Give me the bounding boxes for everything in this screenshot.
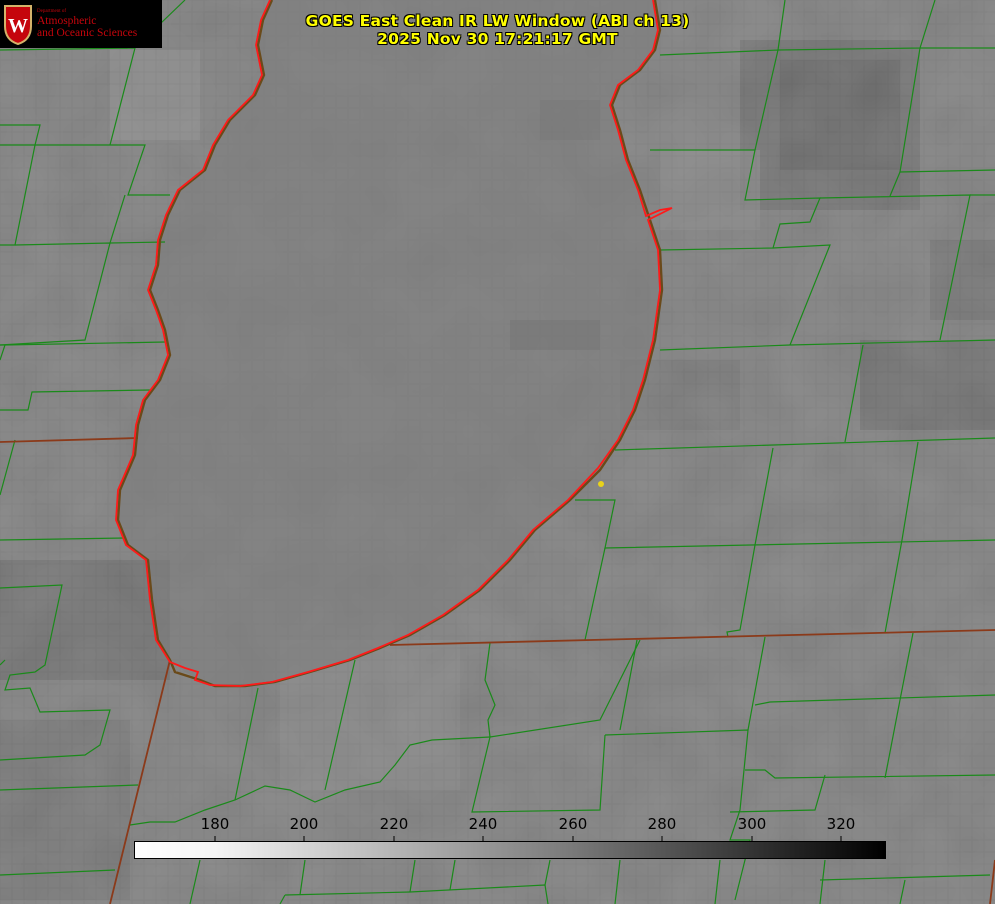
station-marker [598,481,604,487]
colorbar-tick-label: 260 [558,815,588,833]
image-title: GOES East Clean IR LW Window (ABI ch 13) [305,12,690,30]
colorbar-tick-label: 300 [737,815,767,833]
colorbar-tick-label: 280 [647,815,677,833]
satellite-map [0,0,995,904]
image-timestamp: 2025 Nov 30 17:21:17 GMT [377,30,618,48]
colorbar-tick-label: 180 [200,815,230,833]
colorbar-tick-label: 200 [289,815,319,833]
colorbar-tick-label: 240 [468,815,498,833]
colorbar-tick-label: 220 [379,815,409,833]
colorbar-ticks [214,836,842,842]
colorbar-tick-label: 320 [826,815,856,833]
